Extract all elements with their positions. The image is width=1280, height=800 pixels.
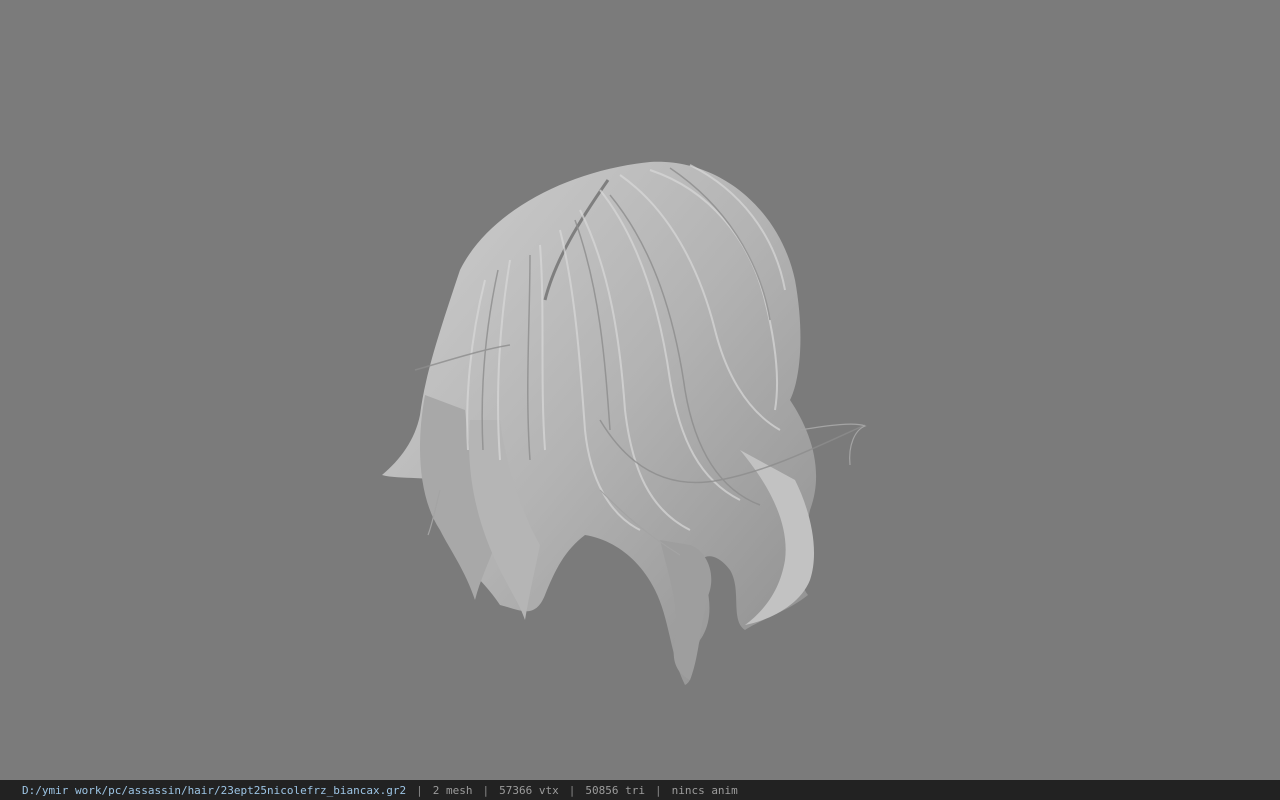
separator: | [482,784,490,797]
separator: | [416,784,423,797]
3d-viewport[interactable] [0,0,1280,780]
hair-model[interactable] [370,150,890,695]
separator: | [654,784,662,797]
mesh-count: 2 mesh [432,784,473,797]
separator: | [568,784,576,797]
status-bar: D:/ymir work/pc/assassin/hair/23ept25nic… [0,780,1280,800]
vertex-count: 57366 vtx [499,784,559,797]
triangle-count: 50856 tri [585,784,645,797]
anim-status: nincs anim [671,784,738,797]
file-path: D:/ymir work/pc/assassin/hair/23ept25nic… [22,784,407,797]
